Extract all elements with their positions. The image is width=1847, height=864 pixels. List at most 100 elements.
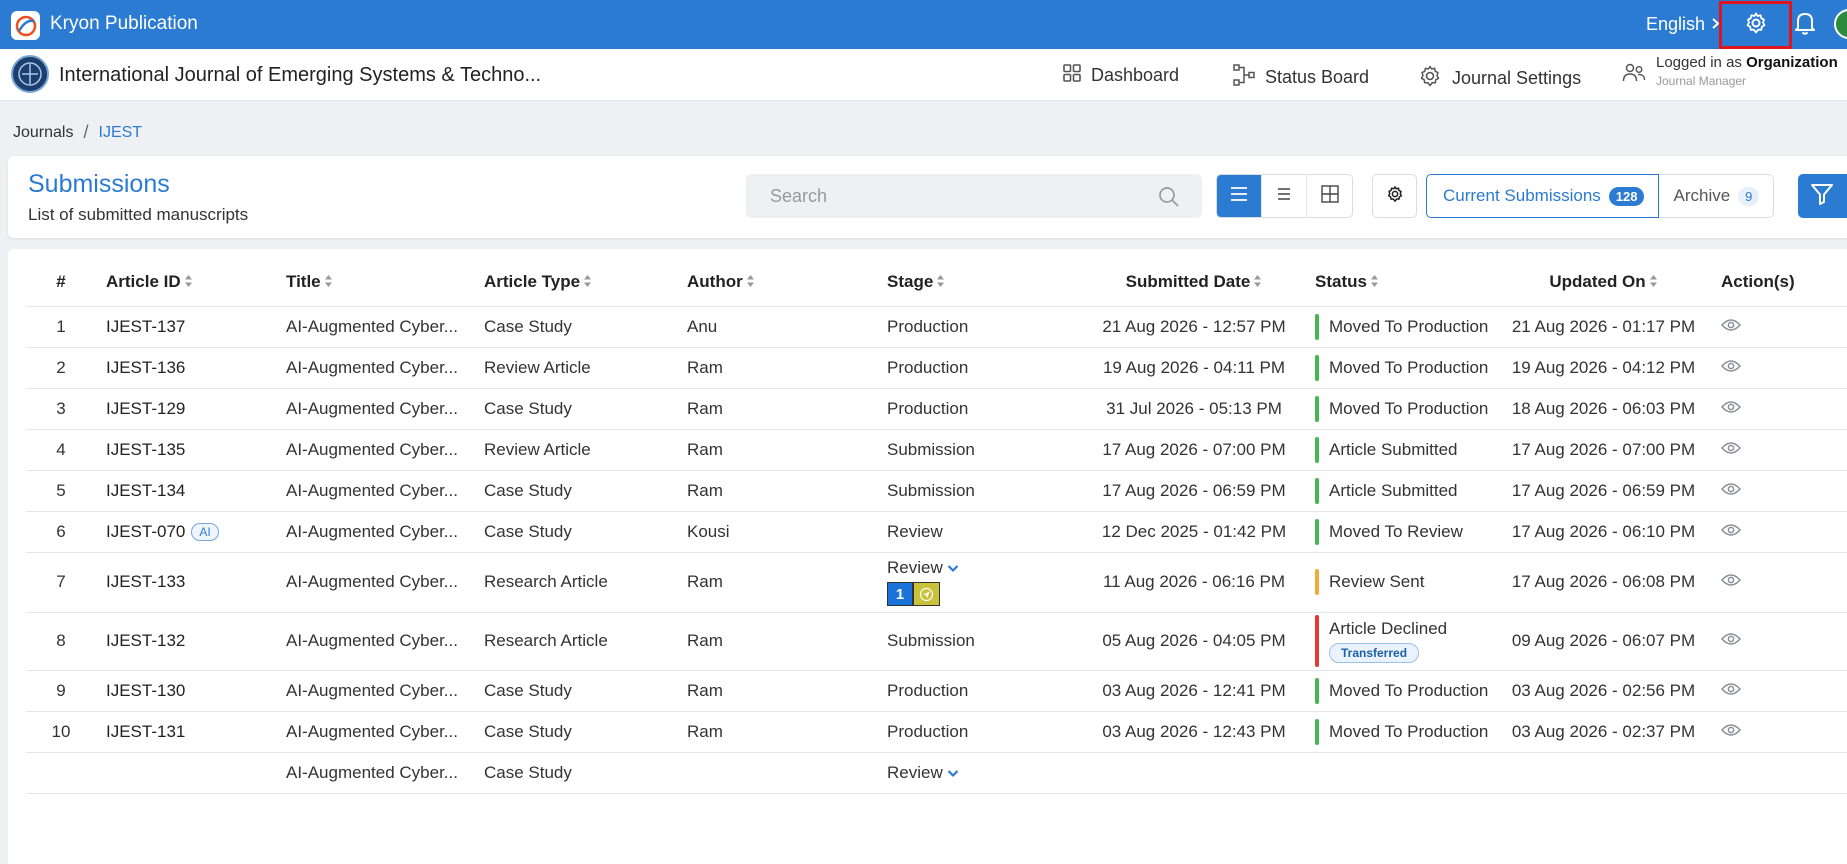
sort-icon[interactable] xyxy=(746,273,755,293)
sort-icon[interactable] xyxy=(1253,273,1262,293)
status-label: Review Sent xyxy=(1329,572,1425,591)
table-row[interactable]: 1 IJEST-137 AI-Augmented Cyber... Case Stud… xyxy=(26,306,1847,348)
col-header-status[interactable]: Status xyxy=(1301,259,1501,307)
col-header-article-id[interactable]: Article ID xyxy=(96,259,281,307)
eye-icon[interactable] xyxy=(1720,522,1742,541)
cell-title[interactable]: AI-Augmented Cyber... xyxy=(281,752,484,794)
col-header-num: # xyxy=(26,259,96,307)
nav-journal-settings[interactable]: Journal Settings xyxy=(1418,64,1581,93)
col-header-stage[interactable]: Stage xyxy=(887,259,1087,307)
cell-status: Moved To Production xyxy=(1301,670,1501,712)
tab-current-submissions[interactable]: Current Submissions 128 xyxy=(1426,174,1660,218)
sort-icon[interactable] xyxy=(324,273,333,293)
cell-status: Moved To Production xyxy=(1301,711,1501,753)
stage-dropdown[interactable]: Review xyxy=(887,558,959,578)
table-row[interactable]: 5 IJEST-134 AI-Augmented Cyber... Case Stud… xyxy=(26,470,1847,512)
stage-label: Production xyxy=(887,721,969,741)
user-avatar[interactable] xyxy=(1834,9,1847,39)
article-id[interactable]: IJEST-130 xyxy=(106,681,185,700)
eye-icon[interactable] xyxy=(1720,399,1742,418)
eye-icon[interactable] xyxy=(1720,481,1742,500)
cell-updated-on: 09 Aug 2026 - 06:07 PM xyxy=(1501,612,1706,671)
column-settings-button[interactable] xyxy=(1372,174,1417,218)
cell-num xyxy=(26,752,96,794)
col-header-article-type[interactable]: Article Type xyxy=(484,259,687,307)
tab-archive[interactable]: Archive 9 xyxy=(1659,174,1775,218)
table-row[interactable]: 7 IJEST-133 AI-Augmented Cyber... Research … xyxy=(26,552,1847,613)
table-row[interactable]: AI-Augmented Cyber... Case Study Review xyxy=(26,752,1847,794)
review-round-badge[interactable]: 1 xyxy=(887,582,913,606)
sort-icon[interactable] xyxy=(184,273,193,293)
table-row[interactable]: 3 IJEST-129 AI-Augmented Cyber... Case Stud… xyxy=(26,388,1847,430)
table-row[interactable]: 4 IJEST-135 AI-Augmented Cyber... Review Ar… xyxy=(26,429,1847,471)
view-list-button[interactable] xyxy=(1217,175,1262,217)
eye-icon[interactable] xyxy=(1720,631,1742,650)
article-id[interactable]: IJEST-134 xyxy=(106,481,185,500)
article-id[interactable]: IJEST-135 xyxy=(106,440,185,459)
cell-title[interactable]: AI-Augmented Cyber... xyxy=(281,306,484,348)
col-header-submitted-date[interactable]: Submitted Date xyxy=(1087,259,1301,307)
breadcrumb-current[interactable]: IJEST xyxy=(99,124,143,142)
cell-submitted-date: 17 Aug 2026 - 06:59 PM xyxy=(1087,470,1301,512)
eye-icon[interactable] xyxy=(1720,572,1742,591)
sort-icon[interactable] xyxy=(1370,273,1379,293)
eye-icon[interactable] xyxy=(1720,317,1742,336)
table-row[interactable]: 8 IJEST-132 AI-Augmented Cyber... Research … xyxy=(26,612,1847,671)
cell-updated-on: 17 Aug 2026 - 06:59 PM xyxy=(1501,470,1706,512)
col-header-author[interactable]: Author xyxy=(687,259,887,307)
search-icon[interactable] xyxy=(1158,186,1180,213)
article-id[interactable]: IJEST-131 xyxy=(106,722,185,741)
col-header-title[interactable]: Title xyxy=(281,259,484,307)
search-input[interactable] xyxy=(746,174,1126,218)
article-id[interactable]: IJEST-137 xyxy=(106,317,185,336)
cell-title[interactable]: AI-Augmented Cyber... xyxy=(281,347,484,389)
eye-icon[interactable] xyxy=(1720,358,1742,377)
article-id[interactable]: IJEST-133 xyxy=(106,572,185,591)
filter-icon xyxy=(1810,182,1834,211)
stage-dropdown[interactable]: Review xyxy=(887,763,959,783)
article-id[interactable]: IJEST-129 xyxy=(106,399,185,418)
nav-status-board[interactable]: Status Board xyxy=(1233,64,1369,91)
cell-title[interactable]: AI-Augmented Cyber... xyxy=(281,670,484,712)
view-compact-button[interactable] xyxy=(1262,175,1307,217)
cell-title[interactable]: AI-Augmented Cyber... xyxy=(281,711,484,753)
cell-title[interactable]: AI-Augmented Cyber... xyxy=(281,470,484,512)
cell-title[interactable]: AI-Augmented Cyber... xyxy=(281,612,484,671)
filter-button[interactable] xyxy=(1798,174,1847,218)
notifications-button[interactable] xyxy=(1790,10,1820,40)
eye-icon[interactable] xyxy=(1720,681,1742,700)
cell-num: 10 xyxy=(26,711,96,753)
cell-status: Moved To Production xyxy=(1301,306,1501,348)
journal-header: International Journal of Emerging System… xyxy=(0,49,1847,101)
breadcrumb-journals[interactable]: Journals xyxy=(13,124,73,142)
nav-dashboard[interactable]: Dashboard xyxy=(1063,64,1179,87)
language-selector[interactable]: English xyxy=(1646,14,1720,35)
status-indicator xyxy=(1315,313,1319,340)
cell-submitted-date: 12 Dec 2025 - 01:42 PM xyxy=(1087,511,1301,553)
cell-status: Moved To Production xyxy=(1301,347,1501,389)
table-row[interactable]: 6 IJEST-070 AI AI-Augmented Cyber... Case St… xyxy=(26,511,1847,553)
status-label: Article Submitted xyxy=(1329,480,1458,500)
users-icon xyxy=(1622,62,1646,89)
view-grid-button[interactable] xyxy=(1307,175,1352,217)
article-id[interactable]: IJEST-132 xyxy=(106,631,185,650)
cell-title[interactable]: AI-Augmented Cyber... xyxy=(281,429,484,471)
table-row[interactable]: 9 IJEST-130 AI-Augmented Cyber... Case Stud… xyxy=(26,670,1847,712)
cell-title[interactable]: AI-Augmented Cyber... xyxy=(281,552,484,613)
table-row[interactable]: 2 IJEST-136 AI-Augmented Cyber... Review Ar… xyxy=(26,347,1847,389)
cell-title[interactable]: AI-Augmented Cyber... xyxy=(281,388,484,430)
article-id[interactable]: IJEST-070 xyxy=(106,522,185,541)
send-icon[interactable] xyxy=(913,582,940,606)
sort-icon[interactable] xyxy=(936,273,945,293)
cell-author: Ram xyxy=(687,470,887,512)
article-id[interactable]: IJEST-136 xyxy=(106,358,185,377)
table-row[interactable]: 10 IJEST-131 AI-Augmented Cyber... Case Stu… xyxy=(26,711,1847,753)
logged-in-info: Logged in as Organization Journal Manage… xyxy=(1656,54,1847,88)
sort-icon[interactable] xyxy=(1649,273,1658,293)
settings-button[interactable] xyxy=(1719,1,1792,49)
eye-icon[interactable] xyxy=(1720,722,1742,741)
col-header-updated-on[interactable]: Updated On xyxy=(1501,259,1706,307)
eye-icon[interactable] xyxy=(1720,440,1742,459)
cell-title[interactable]: AI-Augmented Cyber... xyxy=(281,511,484,553)
sort-icon[interactable] xyxy=(583,273,592,293)
